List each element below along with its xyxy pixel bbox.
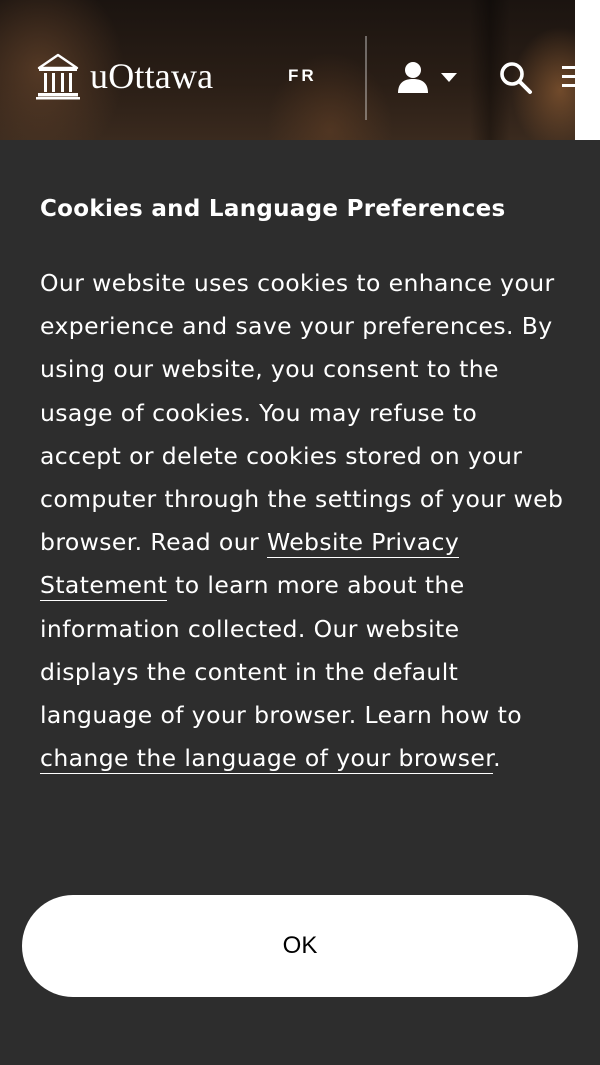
- uottawa-logo[interactable]: uOttawa: [36, 52, 213, 100]
- cookie-consent-panel: Cookies and Language Preferences Our web…: [0, 140, 600, 1065]
- account-menu-button[interactable]: [396, 60, 458, 94]
- browser-language-link[interactable]: change the language of your browser: [40, 744, 494, 775]
- search-button[interactable]: [498, 60, 534, 100]
- ok-button[interactable]: OK: [22, 895, 578, 997]
- main-menu-button[interactable]: [562, 64, 576, 90]
- cookie-text-end: .: [493, 744, 502, 773]
- cookie-panel-text: Our website uses cookies to enhance your…: [40, 262, 565, 780]
- cookie-text-part1: Our website uses cookies to enhance your…: [40, 269, 564, 557]
- language-toggle-link[interactable]: FR: [288, 66, 317, 86]
- hamburger-menu-icon: [562, 66, 576, 87]
- chevron-down-icon: [441, 73, 457, 82]
- university-building-icon: [36, 53, 80, 100]
- header-edge: [575, 0, 600, 140]
- header-divider: [365, 36, 367, 120]
- search-icon: [500, 62, 532, 94]
- cookie-panel-title: Cookies and Language Preferences: [40, 196, 506, 222]
- user-icon: [398, 62, 428, 93]
- logo-wordmark: uOttawa: [90, 56, 214, 96]
